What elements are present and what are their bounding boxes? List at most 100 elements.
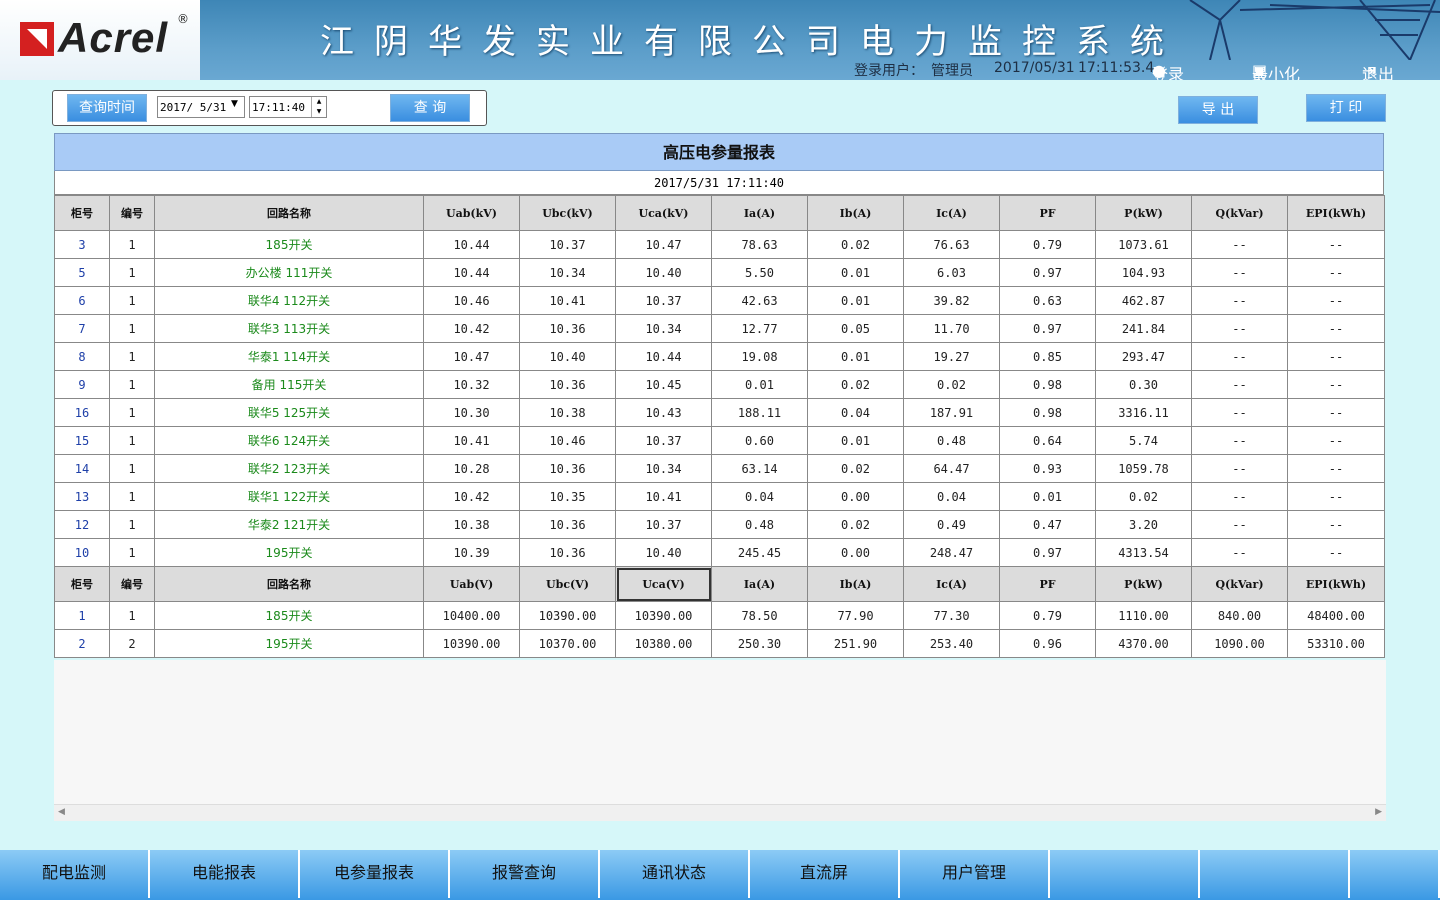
table-cell: 840.00 xyxy=(1191,601,1288,630)
table-cell: 462.87 xyxy=(1095,286,1192,315)
table-row[interactable]: 14 1 联华2 123开关 10.28 10.36 10.34 63.14 0.02 64.4… xyxy=(54,454,1385,483)
login-user-name: 管理员 xyxy=(931,63,973,79)
nav-item[interactable]: 配电监测 xyxy=(0,850,150,898)
table-cell: -- xyxy=(1287,342,1385,371)
table-cell: 250.30 xyxy=(711,629,808,658)
table-cell: 10380.00 xyxy=(615,629,712,658)
table-cell: 10.37 xyxy=(519,230,616,259)
table-cell: 10.47 xyxy=(615,230,712,259)
table-row[interactable]: 9 1 备用 115开关 10.32 10.36 10.45 0.01 0.02 0.02 0.9… xyxy=(54,370,1385,399)
table-row[interactable]: 2 2 195开关 10390.00 10370.00 10380.00 250.30 251… xyxy=(54,629,1385,658)
table-cell: 0.96 xyxy=(999,629,1096,658)
nav-item[interactable] xyxy=(1200,850,1350,898)
table-cell: 1 xyxy=(109,258,155,287)
table-cell: 10.36 xyxy=(519,538,616,567)
table-cell: 0.98 xyxy=(999,370,1096,399)
table-cell: 0.93 xyxy=(999,454,1096,483)
table-cell: 10.41 xyxy=(615,482,712,511)
scroll-right-icon[interactable]: ▶ xyxy=(1375,807,1382,817)
table-cell: 1110.00 xyxy=(1095,601,1192,630)
table-cell: 10.39 xyxy=(423,538,520,567)
column-header: 回路名称 xyxy=(154,195,424,231)
current-date: 2017/05/31 xyxy=(994,60,1075,76)
query-button[interactable]: 查 询 xyxy=(390,94,470,122)
table-cell: 10.44 xyxy=(423,230,520,259)
table-cell: 241.84 xyxy=(1095,314,1192,343)
table-cell: 10.36 xyxy=(519,314,616,343)
table-cell: -- xyxy=(1191,342,1288,371)
table-cell: 0.97 xyxy=(999,538,1096,567)
nav-item[interactable]: 报警查询 xyxy=(450,850,600,898)
table-row[interactable]: 12 1 华泰2 121开关 10.38 10.36 10.37 0.48 0.02 0.49 0… xyxy=(54,510,1385,539)
scroll-left-icon[interactable]: ◀ xyxy=(58,807,65,817)
table-cell: 1090.00 xyxy=(1191,629,1288,658)
table-row[interactable]: 1 1 185开关 10400.00 10390.00 10390.00 78.50 77.9… xyxy=(54,601,1385,630)
table-cell: 联华1 122开关 xyxy=(154,482,424,511)
table-cell: 10.40 xyxy=(519,342,616,371)
logo-area: Acrel ® xyxy=(0,0,200,80)
table-cell: -- xyxy=(1287,482,1385,511)
nav-item[interactable] xyxy=(1050,850,1200,898)
table-cell: 1 xyxy=(109,538,155,567)
acrel-logo-icon xyxy=(20,22,54,56)
horizontal-scrollbar[interactable]: ◀ ▶ xyxy=(54,804,1386,821)
table-cell: 15 xyxy=(54,426,110,455)
table-cell: 10.36 xyxy=(519,510,616,539)
table-cell: 2 xyxy=(109,629,155,658)
table-cell: 0.49 xyxy=(903,510,1000,539)
logo-registered-mark: ® xyxy=(177,12,189,26)
table-cell: 4370.00 xyxy=(1095,629,1192,658)
export-button[interactable]: 导 出 xyxy=(1178,96,1258,124)
print-button[interactable]: 打 印 xyxy=(1306,94,1386,122)
column-header: PF xyxy=(999,566,1096,602)
table-cell: 293.47 xyxy=(1095,342,1192,371)
table-cell: 10400.00 xyxy=(423,601,520,630)
time-spinner-icon[interactable]: ▲ ▼ xyxy=(311,97,326,117)
table-cell: 9 xyxy=(54,370,110,399)
table-cell: 10.41 xyxy=(423,426,520,455)
nav-item[interactable]: 通讯状态 xyxy=(600,850,750,898)
table-cell: 10.40 xyxy=(615,258,712,287)
table-row[interactable]: 10 1 195开关 10.39 10.36 10.40 245.45 0.00 248.47 0… xyxy=(54,538,1385,567)
date-dropdown-icon[interactable]: ▼ xyxy=(231,99,238,109)
table-cell: 联华5 125开关 xyxy=(154,398,424,427)
table-cell: 1 xyxy=(54,601,110,630)
nav-item[interactable]: 用户管理 xyxy=(900,850,1050,898)
table-cell: 0.02 xyxy=(903,370,1000,399)
table-cell: 1 xyxy=(109,454,155,483)
table-cell: 联华3 113开关 xyxy=(154,314,424,343)
nav-item[interactable]: 直流屏 xyxy=(750,850,900,898)
table-cell: 0.02 xyxy=(807,510,904,539)
table-row[interactable]: 16 1 联华5 125开关 10.30 10.38 10.43 188.11 0.04 187… xyxy=(54,398,1385,427)
report-panel: 高压电参量报表 2017/5/31 17:11:40 柜号 编号 回路名称 Uab(k… xyxy=(54,133,1385,658)
table-cell: 联华4 112开关 xyxy=(154,286,424,315)
table-cell: 185开关 xyxy=(154,230,424,259)
table-row[interactable]: 8 1 华泰1 114开关 10.47 10.40 10.44 19.08 0.01 19.27… xyxy=(54,342,1385,371)
nav-item[interactable] xyxy=(1350,850,1440,898)
table-cell: 0.47 xyxy=(999,510,1096,539)
table-cell: 0.97 xyxy=(999,258,1096,287)
nav-item[interactable]: 电参量报表 xyxy=(300,850,450,898)
table-cell: 1 xyxy=(109,342,155,371)
table-cell: 1073.61 xyxy=(1095,230,1192,259)
exit-button-label: 退出 xyxy=(1362,65,1395,80)
table-cell: 10390.00 xyxy=(615,601,712,630)
column-header: 回路名称 xyxy=(154,566,424,602)
table-cell: 10370.00 xyxy=(519,629,616,658)
table-cell: 104.93 xyxy=(1095,258,1192,287)
table-cell: -- xyxy=(1191,454,1288,483)
table-row[interactable]: 7 1 联华3 113开关 10.42 10.36 10.34 12.77 0.05 11.70… xyxy=(54,314,1385,343)
column-header: P(kW) xyxy=(1095,195,1192,231)
table-row[interactable]: 15 1 联华6 124开关 10.41 10.46 10.37 0.60 0.01 0.48 0… xyxy=(54,426,1385,455)
table-row[interactable]: 6 1 联华4 112开关 10.46 10.41 10.37 42.63 0.01 39.82… xyxy=(54,286,1385,315)
table-row[interactable]: 3 1 185开关 10.44 10.37 10.47 78.63 0.02 76.63 0.79… xyxy=(54,230,1385,259)
table-row[interactable]: 13 1 联华1 122开关 10.42 10.35 10.41 0.04 0.00 0.04 0… xyxy=(54,482,1385,511)
table-cell: 备用 115开关 xyxy=(154,370,424,399)
table-cell: 1 xyxy=(109,370,155,399)
column-header: 编号 xyxy=(109,195,155,231)
table-cell: 0.01 xyxy=(807,286,904,315)
nav-item[interactable]: 电能报表 xyxy=(150,850,300,898)
table-cell: 10390.00 xyxy=(519,601,616,630)
table-row[interactable]: 5 1 办公楼 111开关 10.44 10.34 10.40 5.50 0.01 6.03 0.… xyxy=(54,258,1385,287)
table-header-row: 柜号 编号 回路名称 Uab(V) Ubc(V) Uca(V) Ia(A) Ib(A) Ic(A… xyxy=(54,566,1385,602)
